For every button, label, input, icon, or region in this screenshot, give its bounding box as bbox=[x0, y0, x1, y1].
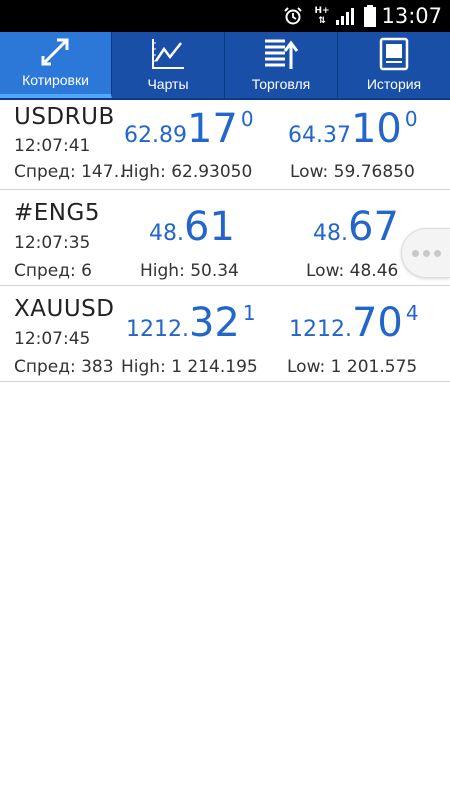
bid-big-digits: 61 bbox=[184, 204, 235, 250]
battery-icon bbox=[364, 0, 378, 32]
trade-list-icon bbox=[261, 34, 301, 74]
tab-label: Котировки bbox=[22, 72, 89, 88]
ask-prefix: 64.37 bbox=[288, 123, 351, 148]
more-dot-icon bbox=[422, 249, 430, 257]
bid-price: 62.8917 0 bbox=[124, 106, 254, 152]
ask-prefix: 1212. bbox=[289, 317, 352, 342]
ask-price: 48.67 bbox=[313, 204, 402, 250]
high-label: High: 50.34 bbox=[140, 261, 239, 281]
tab-trade[interactable]: Торговля bbox=[225, 32, 338, 98]
symbol-name: XAUUSD bbox=[14, 296, 115, 322]
tab-label: История bbox=[366, 76, 422, 92]
bid-prefix: 48. bbox=[149, 221, 184, 246]
high-label: High: 1 214.195 bbox=[121, 357, 258, 377]
low-label: Low: 1 201.575 bbox=[287, 357, 418, 377]
quote-time: 12:07:45 bbox=[14, 329, 91, 349]
history-journal-icon bbox=[374, 34, 414, 74]
bid-big-digits: 32 bbox=[188, 300, 240, 346]
spread-label: Спред: 6 bbox=[14, 261, 92, 281]
bid-price: 1212.32 1 bbox=[126, 300, 256, 346]
more-dot-icon bbox=[411, 249, 419, 257]
tab-quotes[interactable]: Котировки bbox=[0, 32, 112, 98]
bid-big-digits: 17 bbox=[186, 106, 238, 152]
tab-label: Торговля bbox=[251, 76, 311, 92]
alarm-icon bbox=[283, 0, 303, 32]
spread-label: Спред: 383 bbox=[14, 357, 114, 377]
bid-prefix: 62.89 bbox=[124, 123, 187, 148]
tab-bar: Котировки Чарты Торговля История bbox=[0, 32, 450, 100]
bid-last-digit: 0 bbox=[240, 107, 254, 131]
more-dot-icon bbox=[433, 249, 441, 257]
ask-price: 64.3710 0 bbox=[288, 106, 418, 152]
quote-row-xauusd[interactable]: XAUUSD 12:07:45 1212.32 1 1212.70 4 Спред:… bbox=[0, 286, 450, 382]
tab-history[interactable]: История bbox=[338, 32, 450, 98]
status-bar: H+ ⇅ 13:07 bbox=[0, 0, 450, 32]
symbol-name: USDRUB bbox=[14, 104, 115, 130]
ask-last-digit: 0 bbox=[404, 107, 418, 131]
quotes-arrows-icon bbox=[36, 32, 76, 70]
signal-icon bbox=[335, 0, 359, 32]
symbol-name: #ENG5 bbox=[14, 200, 100, 226]
quote-row-eng5[interactable]: #ENG5 12:07:35 48.61 48.67 Спред: 6 High… bbox=[0, 190, 450, 286]
tab-charts[interactable]: Чарты bbox=[112, 32, 225, 98]
low-label: Low: 48.46 bbox=[306, 261, 399, 281]
quote-time: 12:07:41 bbox=[14, 136, 91, 156]
network-hplus-icon: H+ ⇅ bbox=[314, 6, 330, 26]
chart-icon bbox=[148, 34, 188, 74]
ask-price: 1212.70 4 bbox=[289, 300, 419, 346]
spread-label: Спред: 147… bbox=[14, 162, 131, 182]
bid-last-digit: 1 bbox=[242, 301, 256, 325]
ask-last-digit: 4 bbox=[405, 301, 419, 325]
ask-big-digits: 70 bbox=[351, 300, 403, 346]
ask-prefix: 48. bbox=[313, 221, 348, 246]
quote-row-usdrub[interactable]: USDRUB 12:07:41 62.8917 0 64.3710 0 Спред:… bbox=[0, 100, 450, 190]
high-label: High: 62.93050 bbox=[121, 162, 253, 182]
tab-label: Чарты bbox=[147, 76, 189, 92]
ask-big-digits: 10 bbox=[350, 106, 402, 152]
low-label: Low: 59.76850 bbox=[290, 162, 415, 182]
network-label: H+ bbox=[314, 6, 330, 16]
bid-prefix: 1212. bbox=[126, 317, 189, 342]
bid-price: 48.61 bbox=[149, 204, 238, 250]
clock: 13:07 bbox=[381, 4, 442, 28]
ask-big-digits: 67 bbox=[348, 204, 399, 250]
more-options-button[interactable] bbox=[401, 228, 450, 278]
quote-time: 12:07:35 bbox=[14, 233, 91, 253]
